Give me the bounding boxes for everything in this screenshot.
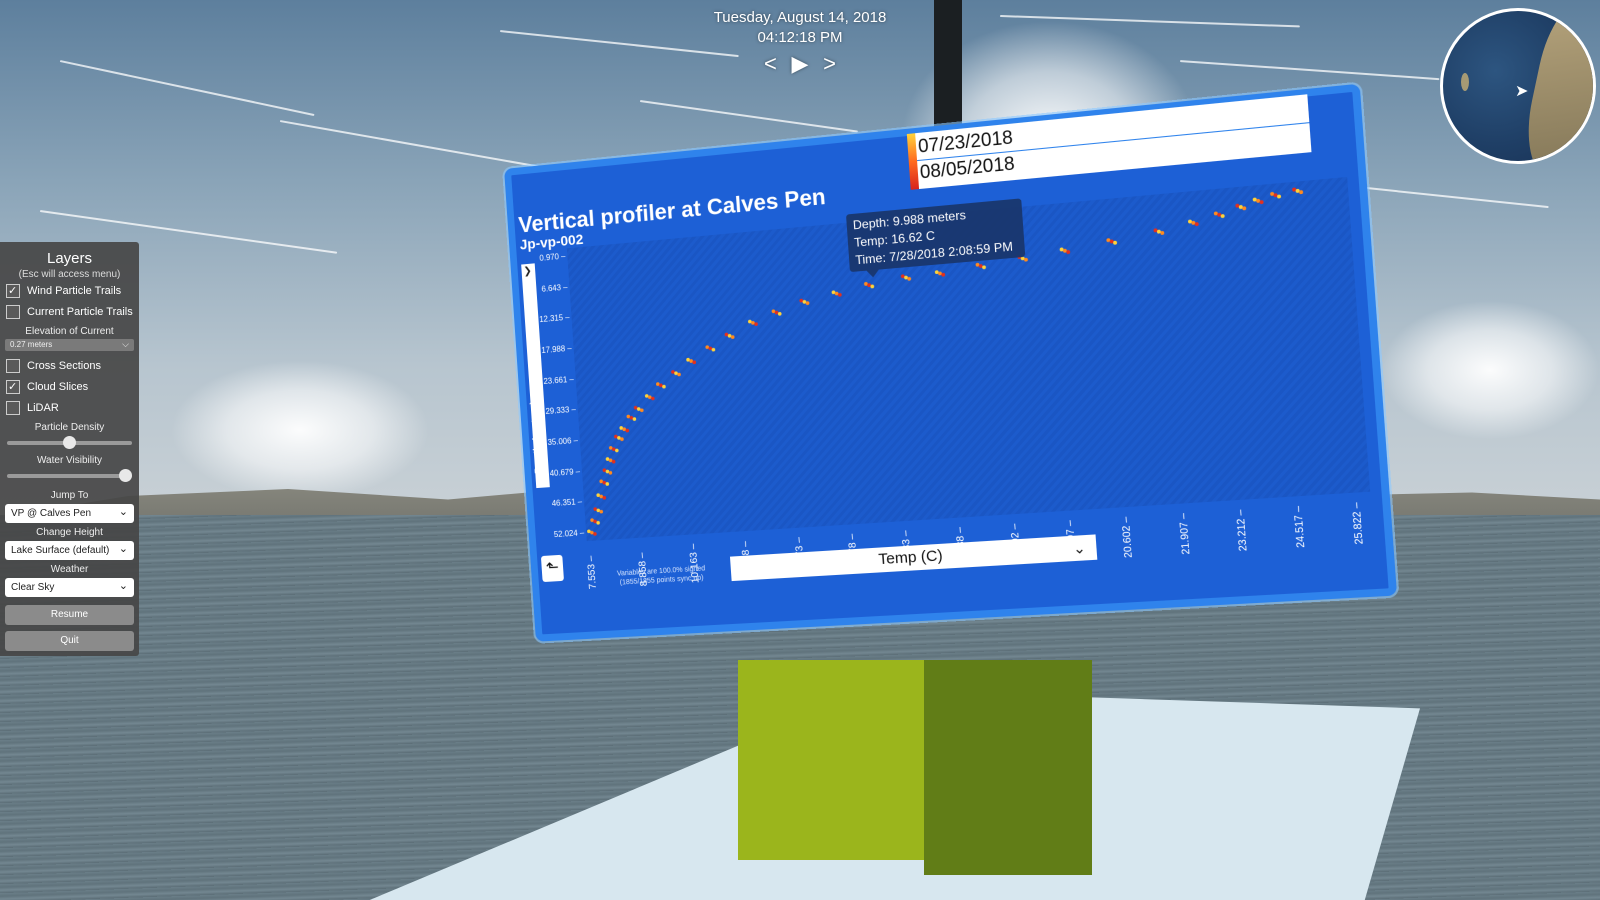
- profiler-panel: Vertical profiler at Calves Pen Jp-vp-00…: [504, 83, 1398, 642]
- chevron-right-icon[interactable]: ❯: [523, 266, 532, 278]
- reset-axes-icon[interactable]: ⬑: [540, 554, 564, 583]
- x-tick-label: 20.602 –: [1120, 516, 1136, 559]
- y-tick-label: 6.643 –: [541, 282, 568, 294]
- y-tick-label: 29.333 –: [545, 405, 577, 417]
- y-tick-label: 52.024 –: [553, 528, 585, 540]
- y-tick-label: 0.970 –: [539, 251, 566, 263]
- y-tick-label: 12.315 –: [539, 312, 570, 325]
- x-tick-label: 25.822 –: [1350, 501, 1367, 545]
- profiler-panel-wrap: Vertical profiler at Calves Pen Jp-vp-00…: [0, 0, 1600, 900]
- x-tick-label: 7.553 –: [585, 555, 599, 590]
- y-tick-label: 35.006 –: [547, 435, 579, 448]
- x-tick-label: 23.212 –: [1234, 509, 1250, 552]
- y-tick-label: 23.661 –: [543, 374, 575, 386]
- y-tick-label: 17.988 –: [541, 343, 572, 356]
- chevron-down-icon: ⌄: [1072, 539, 1087, 557]
- x-tick-label: 24.517 –: [1292, 505, 1308, 549]
- variable-value: Temp (C): [877, 546, 944, 569]
- y-tick-label: 40.679 –: [549, 466, 581, 478]
- y-tick-label: 46.351 –: [551, 497, 583, 509]
- x-tick-label: 21.907 –: [1177, 512, 1193, 555]
